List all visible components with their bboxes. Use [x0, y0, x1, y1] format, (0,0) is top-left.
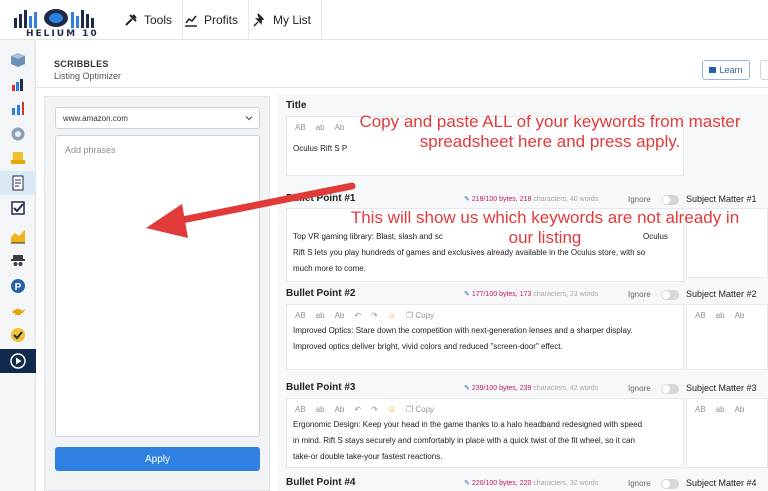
annotation-arrow-icon [146, 182, 356, 238]
